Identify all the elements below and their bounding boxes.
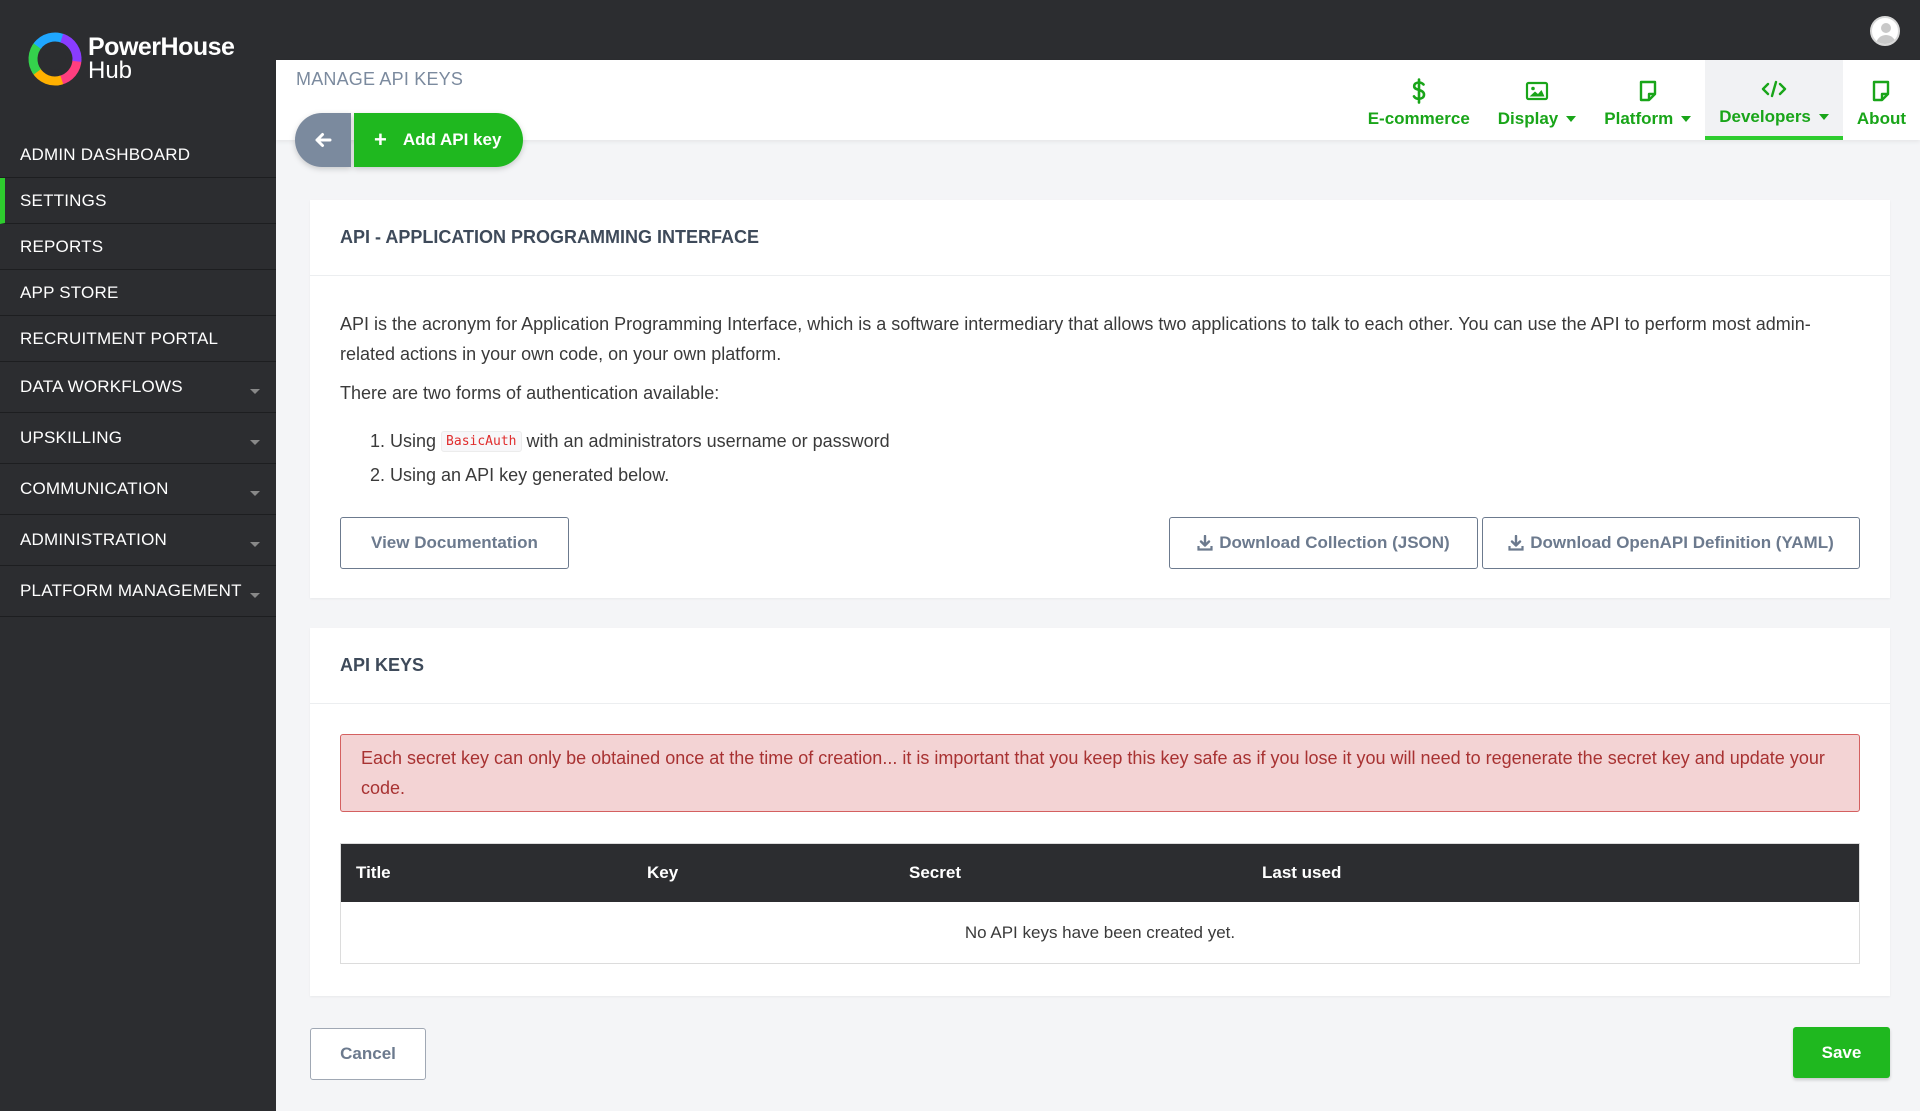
caret-down-icon [250,542,260,547]
view-documentation-button[interactable]: View Documentation [340,517,569,569]
caret-down-icon [250,440,260,445]
avatar-body-shape [1876,35,1896,44]
sidebar-item-administration[interactable]: ADMINISTRATION [0,515,276,566]
sidebar-item-label: UPSKILLING [20,428,123,447]
sticky-note-icon [1638,77,1658,105]
logo-icon [28,32,82,86]
basicauth-code: BasicAuth [441,430,522,452]
column-header-key: Key [647,863,679,882]
download-json-label: Download Collection (JSON) [1219,533,1450,552]
download-yaml-button[interactable]: Download OpenAPI Definition (YAML) [1482,517,1860,569]
top-bar [276,0,1920,60]
add-api-key-label: Add API key [402,130,502,149]
avatar-head-shape [1881,23,1891,33]
download-yaml-label: Download OpenAPI Definition (YAML) [1530,533,1834,552]
tab-label: Platform [1604,109,1674,128]
brand-logo[interactable]: PowerHouse Hub [26,30,235,88]
auth-item-text: 2. Using an API key generated below. [370,464,670,485]
sidebar-item-label: DATA WORKFLOWS [20,377,183,396]
sticky-note-icon [1871,77,1891,105]
sidebar-item-communication[interactable]: COMMUNICATION [0,464,276,515]
auth-item-prefix: 1. Using [370,430,437,451]
sidebar-item-label: PLATFORM MANAGEMENT [20,581,242,600]
sidebar-item-reports[interactable]: REPORTS [0,224,276,270]
tab-platform[interactable]: Platform [1590,60,1705,140]
sidebar-item-label: REPORTS [20,236,104,256]
sidebar-item-upskilling[interactable]: UPSKILLING [0,413,276,464]
auth-method-item: 1. Using BasicAuth with an administrator… [370,424,1860,458]
column-header-last-used: Last used [1262,863,1342,882]
view-documentation-label: View Documentation [371,533,538,552]
dollar-icon [1411,77,1427,105]
tab-label: About [1856,109,1906,128]
sidebar-item-app-store[interactable]: APP STORE [0,270,276,316]
cancel-button[interactable]: Cancel [310,1028,426,1080]
caret-down-icon [1681,116,1692,122]
auth-methods-list: 1. Using BasicAuth with an administrator… [340,424,1860,492]
tab-about[interactable]: About [1843,60,1920,140]
table-header-row: Title Key Secret Last used [341,844,1859,902]
column-header-secret: Secret [909,863,961,882]
column-header-title: Title [356,863,391,882]
sidebar-item-admin-dashboard[interactable]: ADMIN DASHBOARD [0,132,276,178]
sidebar-item-label: COMMUNICATION [20,479,169,498]
auth-item-suffix: with an administrators username or passw… [526,430,890,451]
download-icon [1197,535,1213,551]
sidebar-item-label: ADMIN DASHBOARD [20,144,191,164]
sidebar-item-label: SETTINGS [20,190,107,210]
brand-subname: Hub [88,57,133,84]
sidebar-item-data-workflows[interactable]: DATA WORKFLOWS [0,362,276,413]
download-icon [1508,535,1524,551]
cancel-label: Cancel [340,1044,396,1063]
sidebar-item-platform-management[interactable]: PLATFORM MANAGEMENT [0,566,276,617]
api-keys-table: Title Key Secret Last used No API keys h… [340,843,1860,964]
sidebar-item-label: ADMINISTRATION [20,530,167,549]
api-keys-title: API KEYS [310,628,1890,704]
tab-developers[interactable]: Developers [1705,60,1843,140]
sidebar-item-recruitment-portal[interactable]: RECRUITMENT PORTAL [0,316,276,362]
arrow-left-icon [315,133,332,147]
page-title: MANAGE API KEYS [296,69,464,89]
tab-label: Display [1497,109,1559,128]
api-info-panel: API - APPLICATION PROGRAMMING INTERFACE … [310,200,1890,598]
download-json-button[interactable]: Download Collection (JSON) [1169,517,1478,569]
user-avatar[interactable] [1870,16,1900,46]
secret-key-warning-alert: Each secret key can only be obtained onc… [340,734,1860,812]
sidebar-nav: ADMIN DASHBOARD SETTINGS REPORTS APP STO… [0,132,276,617]
caret-down-icon [250,389,260,394]
caret-down-icon [1566,116,1577,122]
api-intro-text: API is the acronym for Application Progr… [340,314,1811,364]
image-icon [1525,77,1549,105]
sidebar-item-label: APP STORE [20,282,119,302]
caret-down-icon [1818,114,1829,120]
sidebar-item-label: RECRUITMENT PORTAL [20,328,219,348]
caret-down-icon [250,593,260,598]
tab-label: Developers [1719,107,1811,126]
caret-down-icon [250,491,260,496]
empty-table-message: No API keys have been created yet. [964,922,1236,942]
plus-icon: + [374,127,387,152]
auth-method-item: 2. Using an API key generated below. [370,458,1860,492]
api-keys-panel: API KEYS Each secret key can only be obt… [310,628,1890,996]
add-api-key-button[interactable]: + Add API key [354,113,524,167]
code-icon [1761,75,1787,103]
header-action-group: + Add API key [295,113,524,167]
tab-e-commerce[interactable]: E-commerce [1354,60,1484,140]
sidebar-item-settings[interactable]: SETTINGS [0,178,276,224]
save-button[interactable]: Save [1793,1027,1890,1078]
tab-label: E-commerce [1367,109,1470,128]
back-button[interactable] [295,113,351,167]
auth-intro-text: There are two forms of authentication av… [340,383,720,403]
api-panel-title: API - APPLICATION PROGRAMMING INTERFACE [310,200,1890,276]
header-tabs: E-commerce Display Platform Developers A… [1354,60,1920,140]
save-label: Save [1821,1042,1862,1062]
sidebar: PowerHouse Hub ADMIN DASHBOARD SETTINGS … [0,0,276,1111]
tab-display[interactable]: Display [1484,60,1590,140]
